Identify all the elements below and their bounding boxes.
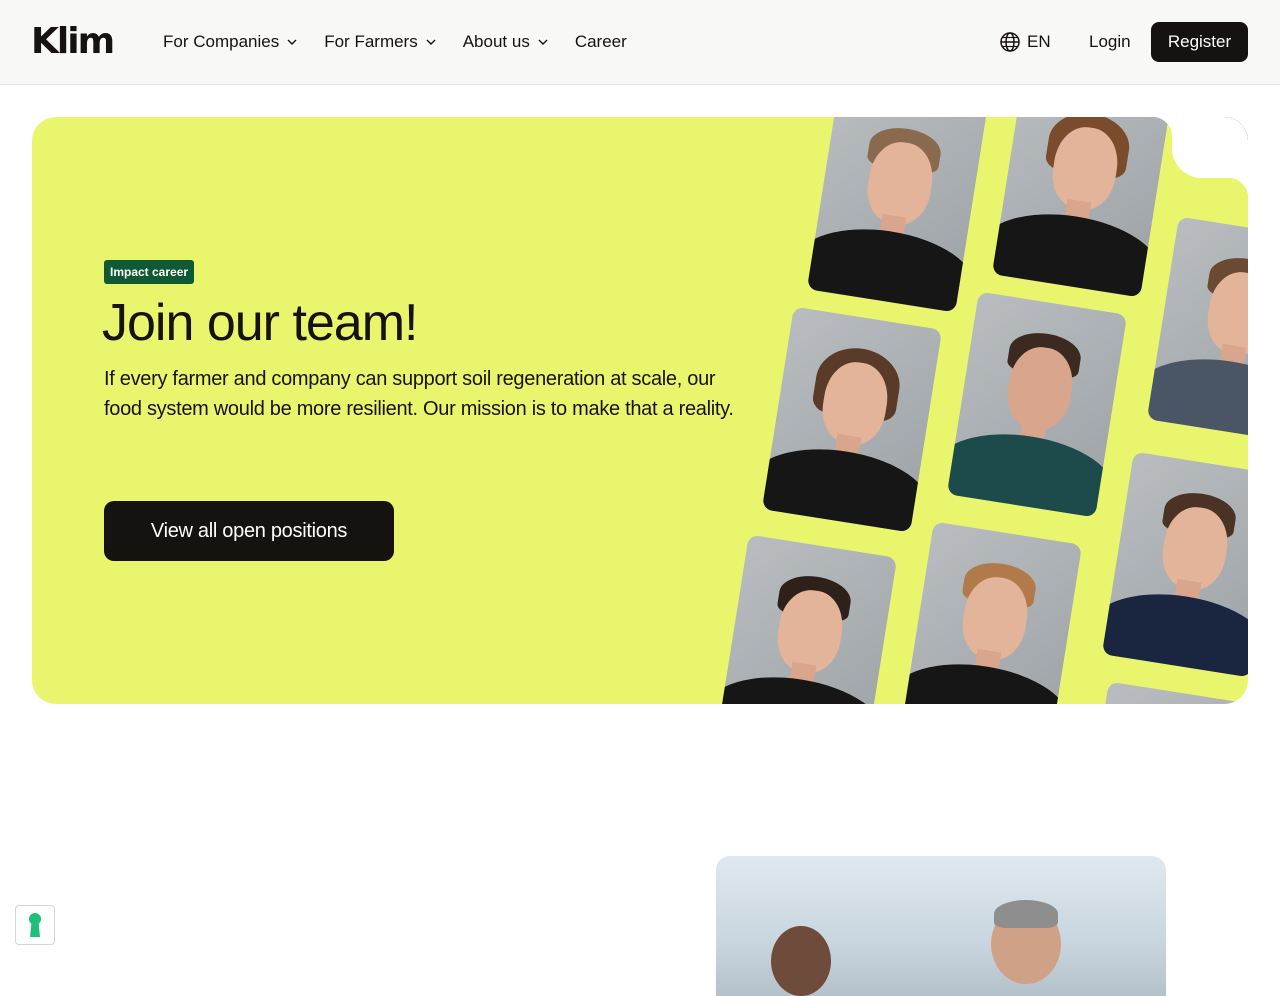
site-header: Klim For Companies For Farmers About us …	[0, 0, 1280, 85]
team-member-photo	[716, 534, 898, 704]
hero-description: If every farmer and company can support …	[104, 368, 734, 420]
nav-about-us[interactable]: About us	[463, 30, 549, 54]
team-member-photo	[761, 306, 943, 533]
team-member-photo	[991, 117, 1173, 298]
language-label: EN	[1027, 32, 1051, 51]
nav-item-label: Career	[574, 32, 627, 51]
cookie-settings-button[interactable]	[15, 905, 55, 945]
team-outdoor-photo	[716, 856, 1166, 996]
register-button[interactable]: Register	[1151, 22, 1248, 62]
keyhole-icon	[29, 913, 41, 937]
team-member-photo	[1076, 681, 1248, 704]
hero-title: Join our team!	[102, 294, 418, 352]
globe-icon	[1000, 32, 1020, 52]
nav-career[interactable]: Career	[575, 30, 627, 54]
impact-career-badge: Impact career	[104, 260, 195, 284]
chevron-down-icon	[538, 39, 548, 45]
team-member-photo	[1146, 216, 1248, 443]
nav-item-label: For Farmers	[324, 32, 418, 51]
team-member-photo	[1101, 451, 1248, 678]
nav-for-farmers[interactable]: For Farmers	[324, 30, 437, 54]
klim-logo[interactable]: Klim	[31, 22, 115, 62]
chevron-down-icon	[287, 39, 297, 45]
view-open-positions-button[interactable]: View all open positions	[104, 501, 394, 561]
card-corner-cutout	[1152, 117, 1248, 198]
nav-item-label: For Companies	[163, 32, 280, 51]
nav-item-label: About us	[462, 32, 530, 51]
language-selector[interactable]: EN	[999, 30, 1051, 54]
career-hero: Impact career Join our team! If every fa…	[32, 117, 1248, 704]
team-member-photo	[806, 117, 988, 313]
team-member-photo	[946, 291, 1128, 518]
chevron-down-icon	[426, 39, 436, 45]
nav-for-companies[interactable]: For Companies	[163, 30, 298, 54]
main-nav: For Companies For Farmers About us Caree…	[163, 30, 653, 54]
login-link[interactable]: Login	[1089, 30, 1131, 54]
team-member-photo	[901, 521, 1083, 704]
